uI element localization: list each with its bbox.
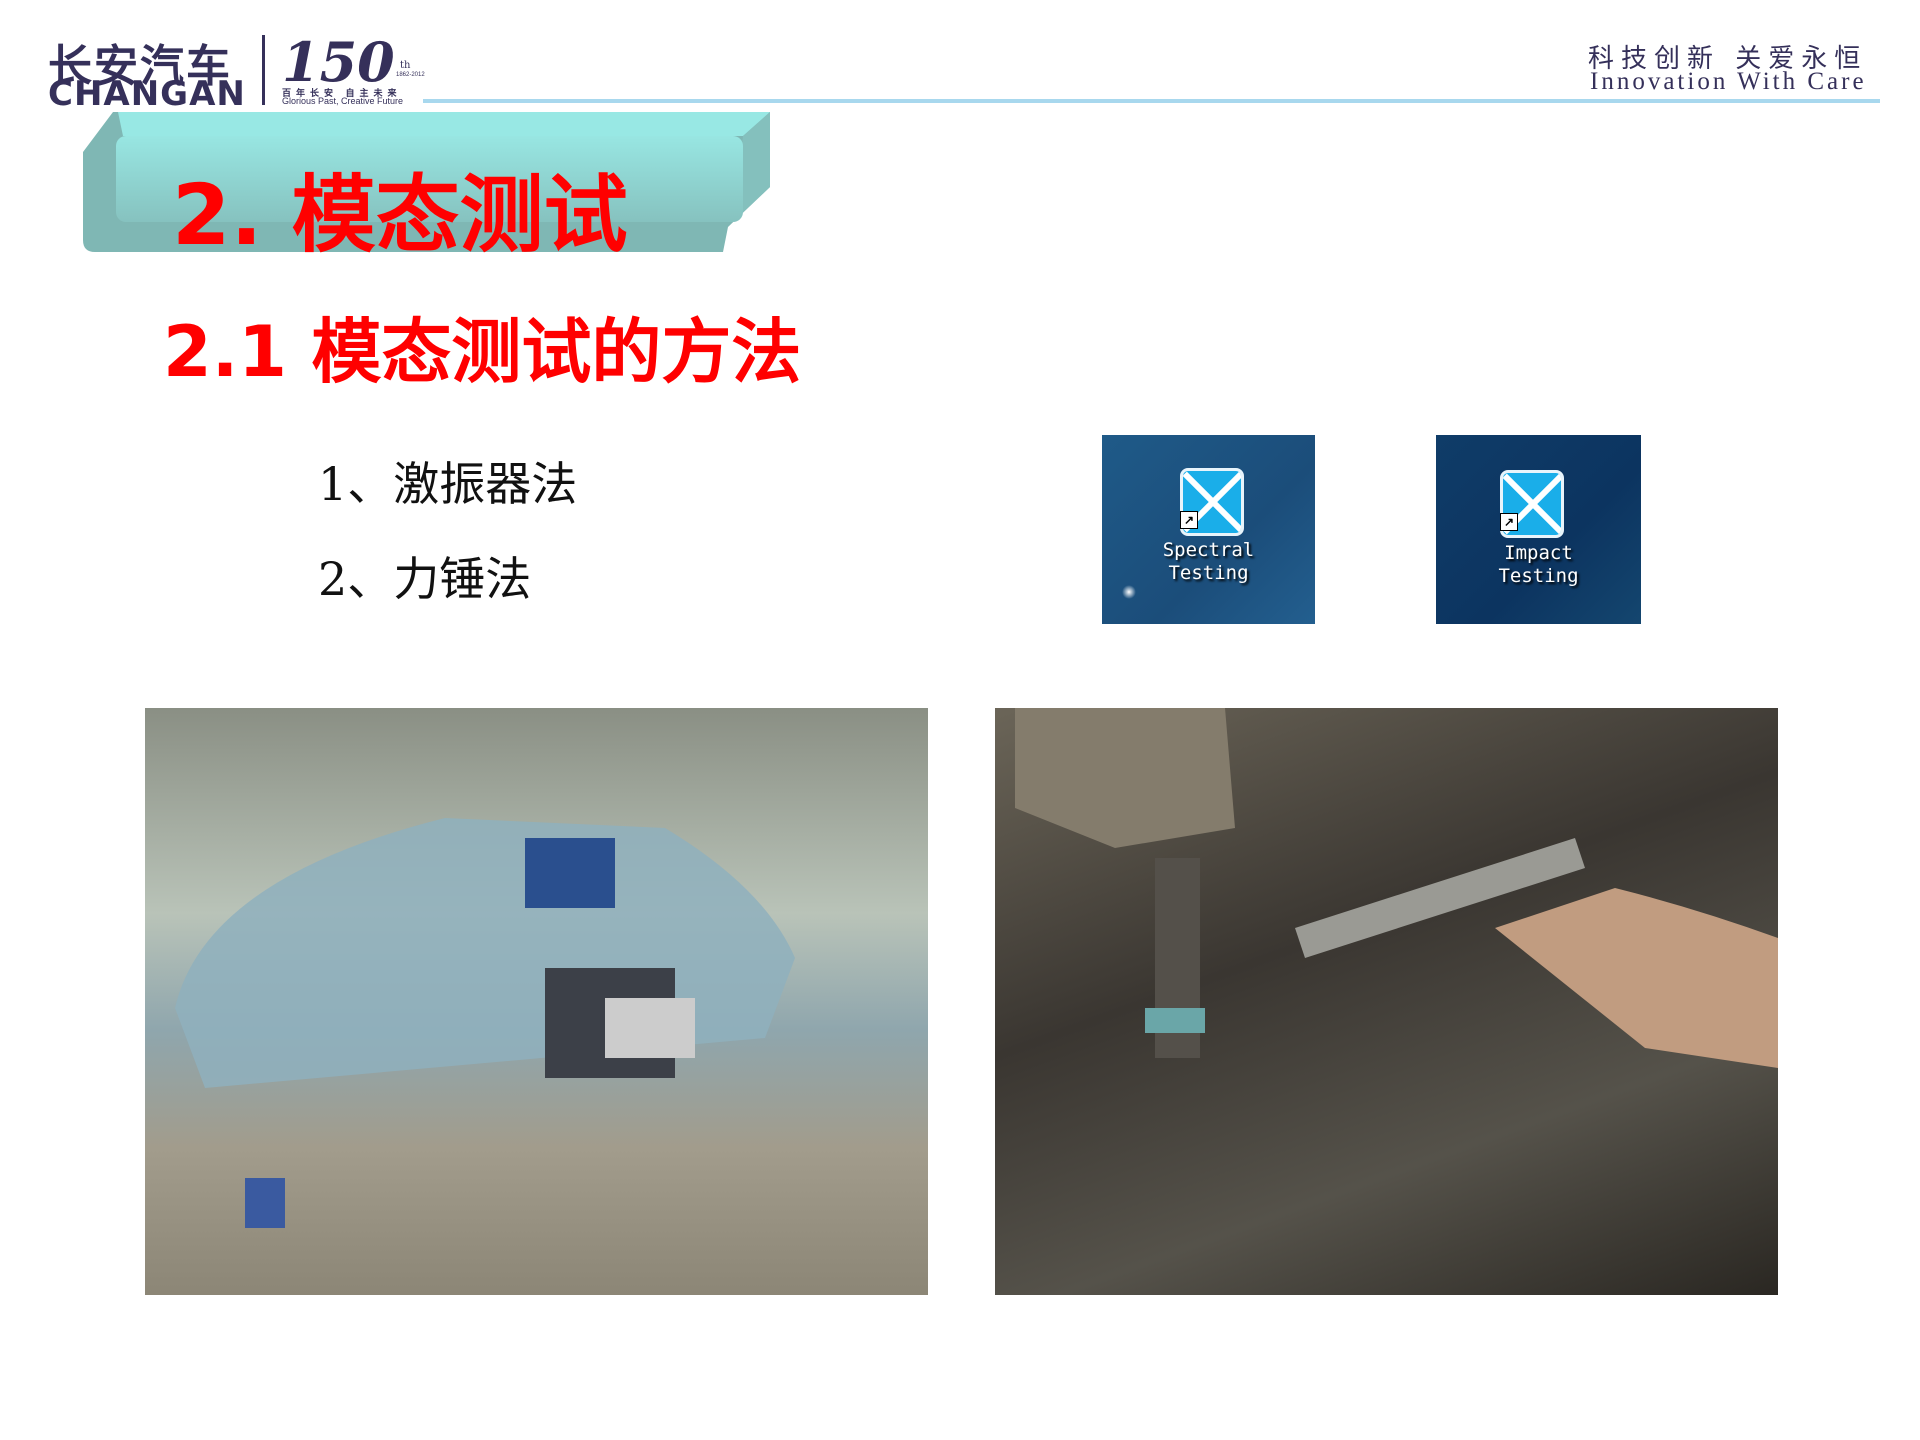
car-body-illustration (175, 818, 795, 1228)
icon-label-line: Testing (1168, 562, 1249, 584)
anniversary-slogan-en: Glorious Past, Creative Future (282, 96, 404, 106)
logo-divider (262, 35, 265, 105)
page-title: 2. 模态测试 (172, 166, 628, 264)
spectral-testing-shortcut[interactable]: ↗ Spectral Testing (1102, 435, 1315, 624)
hammer-illustration (1015, 708, 1778, 1068)
method-item: 1、激振器法 (318, 457, 578, 511)
icon-label-line: Impact (1504, 542, 1573, 564)
shortcut-arrow-icon: ↗ (1500, 513, 1518, 531)
anniversary-years: 1862-2012 (396, 72, 425, 78)
icon-label-line: Spectral (1162, 539, 1255, 561)
logo-en: CHANGAN (48, 74, 246, 114)
shortcut-arrow-icon: ↗ (1180, 511, 1198, 529)
header-divider (423, 99, 1880, 103)
shaker-test-car-body-photo (145, 708, 928, 1295)
icon-label-line: Testing (1498, 565, 1579, 587)
sparkle-decoration (1122, 585, 1136, 599)
method-item: 2、力锤法 (318, 552, 532, 606)
anniversary-logo: 150 (282, 30, 395, 94)
impact-testing-shortcut[interactable]: ↗ Impact Testing (1436, 435, 1641, 624)
tagline-en: Innovation With Care (1590, 68, 1867, 95)
impact-hammer-photo (995, 708, 1778, 1295)
section-subtitle: 2.1 模态测试的方法 (163, 311, 802, 393)
anniversary-suffix: th (400, 60, 411, 71)
